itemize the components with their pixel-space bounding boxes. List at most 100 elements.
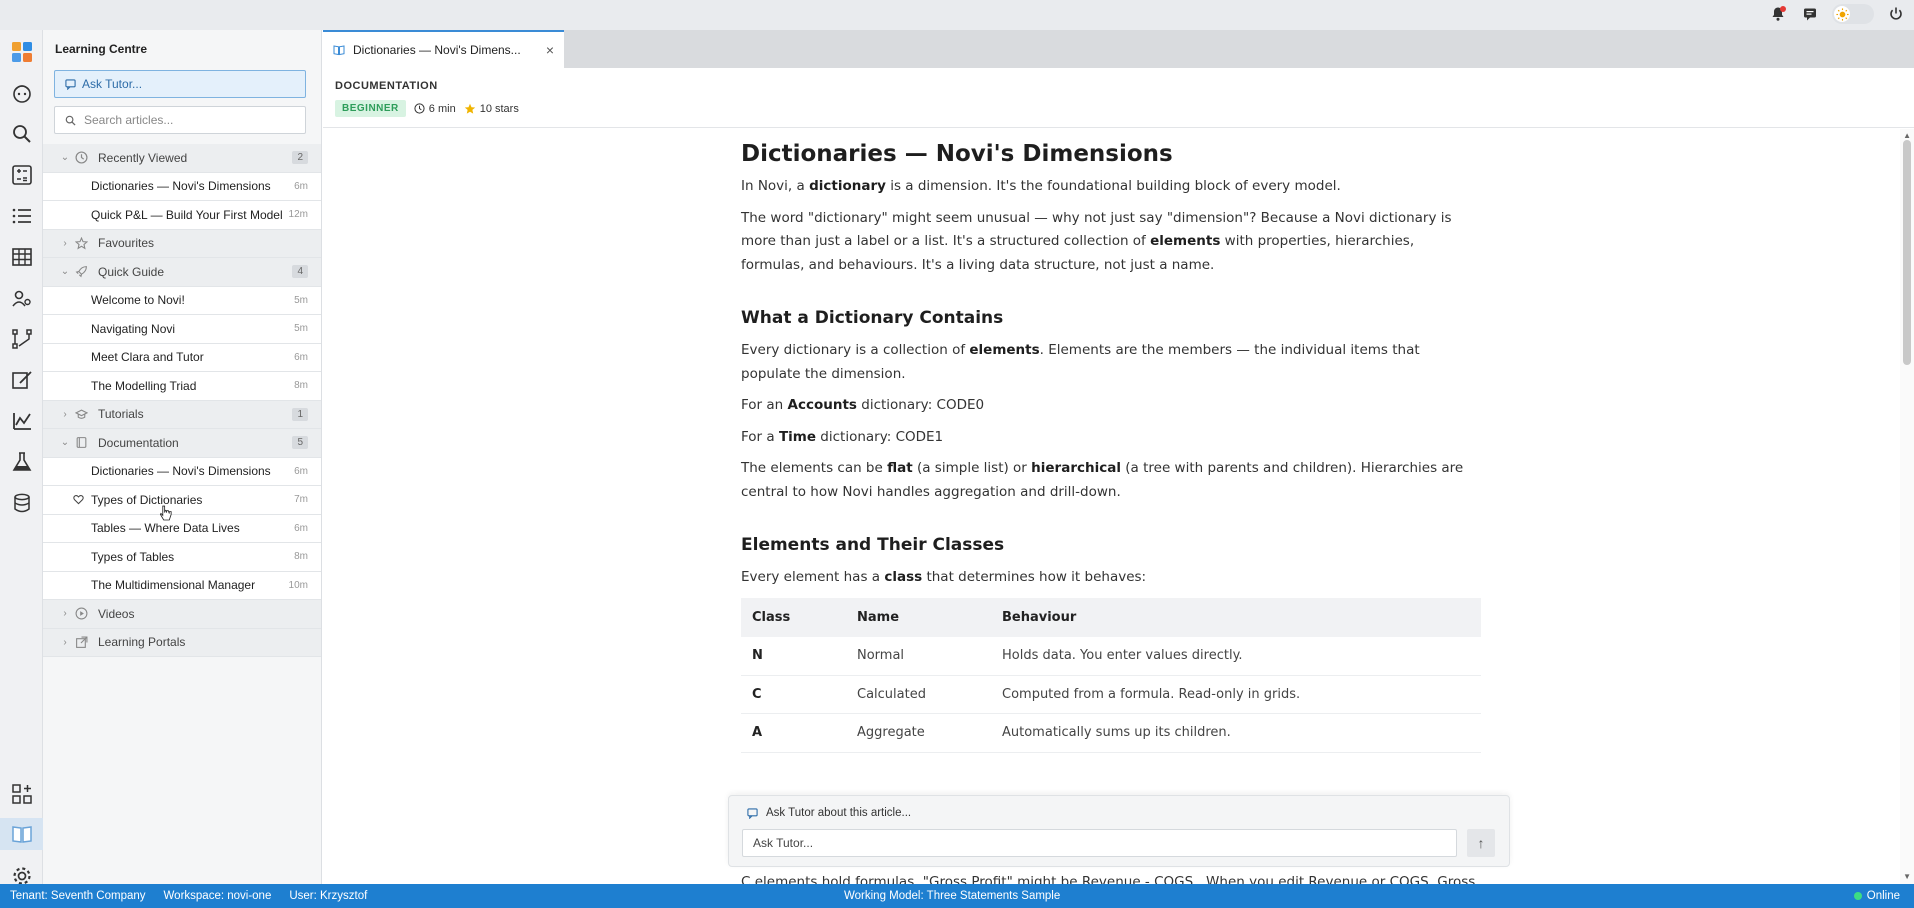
table-cell: Aggregate: [846, 713, 991, 753]
item-label: Welcome to Novi!: [91, 293, 185, 308]
item-label: Meet Clara and Tutor: [91, 350, 204, 365]
list-item[interactable]: The Multidimensional Manager 10m: [43, 571, 321, 600]
play-circle-icon: [75, 607, 91, 620]
chevron-right-icon: ›: [63, 608, 67, 620]
tab-dictionaries[interactable]: Dictionaries — Novi's Dimens... ×: [323, 30, 564, 68]
online-dot-icon: [1853, 892, 1862, 900]
widgets-icon[interactable]: [6, 778, 38, 810]
stars-text: 10 stars: [479, 102, 519, 115]
table-header-row: Class Name Behaviour: [741, 597, 1481, 637]
database-icon[interactable]: [6, 487, 38, 519]
list-item[interactable]: Dictionaries — Novi's Dimensions 6m: [43, 457, 321, 486]
column-header: Behaviour: [991, 597, 1481, 637]
doc-meta: BEGINNER 6 min 10 stars: [335, 100, 519, 117]
search-placeholder: Search articles...: [84, 113, 174, 127]
chevron-down-icon: ⌄: [60, 437, 70, 449]
left-rail: [0, 30, 43, 885]
chevron-right-icon: ›: [63, 237, 67, 249]
close-icon[interactable]: ×: [546, 42, 554, 58]
section-videos[interactable]: › Videos: [43, 600, 321, 629]
status-bar: Tenant: Seventh Company Workspace: novi-…: [0, 884, 1914, 908]
apps-logo-icon[interactable]: [6, 36, 38, 68]
send-arrow-up-icon[interactable]: ↑: [1467, 829, 1495, 857]
paragraph: In Novi, a dictionary is a dimension. It…: [741, 178, 1341, 194]
tab-strip: Dictionaries — Novi's Dimens... ×: [323, 30, 1914, 68]
list-item[interactable]: Dictionaries — Novi's Dimensions 6m: [43, 172, 321, 201]
chat-icon: [65, 78, 76, 90]
paragraph: For an Accounts dictionary: CODE0: [741, 397, 985, 413]
tab-label: Dictionaries — Novi's Dimens...: [353, 43, 521, 57]
count-badge: 5: [292, 436, 308, 450]
paragraph: Every element has a class that determine…: [741, 569, 1147, 585]
table-cell: Normal: [846, 637, 991, 676]
ask-tutor-panel: Ask Tutor about this article... Ask Tuto…: [728, 795, 1510, 867]
table-cell: Automatically sums up its children.: [991, 713, 1481, 753]
flask-icon[interactable]: [6, 446, 38, 478]
ask-tutor-button[interactable]: Ask Tutor...: [54, 70, 306, 98]
scroll-down-arrow-icon[interactable]: ▼: [1903, 872, 1911, 881]
item-time: 6m: [294, 180, 308, 192]
section-learning-portals[interactable]: › Learning Portals: [43, 628, 321, 657]
paragraph: Every dictionary is a collection of elem…: [741, 342, 1420, 382]
scrollbar-thumb[interactable]: [1903, 140, 1911, 365]
tutor-question-input[interactable]: Ask Tutor...: [742, 829, 1457, 857]
chevron-down-icon: ⌄: [60, 152, 70, 164]
user-settings-icon[interactable]: [6, 282, 38, 314]
calculator-icon[interactable]: [6, 159, 38, 191]
table-icon[interactable]: [6, 241, 38, 273]
workflow-icon[interactable]: [6, 323, 38, 355]
list-item[interactable]: Welcome to Novi! 5m: [43, 286, 321, 315]
assistant-face-icon[interactable]: [6, 77, 38, 109]
online-status: Online: [1853, 890, 1900, 902]
list-item[interactable]: Tables — Where Data Lives 6m: [43, 514, 321, 543]
section-favourites[interactable]: › Favourites: [43, 229, 321, 258]
book-open-icon: [333, 45, 345, 56]
section-label: Tutorials: [98, 407, 144, 422]
messages-icon[interactable]: [1800, 4, 1820, 24]
chevron-down-icon: ⌄: [60, 266, 70, 278]
list-item[interactable]: Navigating Novi 5m: [43, 315, 321, 344]
article-title: Dictionaries — Novi's Dimensions: [741, 141, 1173, 167]
analytics-icon[interactable]: [6, 405, 38, 437]
table-cell: A: [741, 713, 846, 753]
table-row: A Aggregate Automatically sums up its ch…: [741, 713, 1481, 753]
sidebar-title: Learning Centre: [55, 42, 148, 56]
list-item[interactable]: Types of Dictionaries 7m: [43, 486, 321, 515]
item-time: 12m: [288, 209, 308, 221]
article-viewport[interactable]: Dictionaries — Novi's Dimensions In Novi…: [323, 129, 1914, 884]
list-icon[interactable]: [6, 200, 38, 232]
section-recently-viewed[interactable]: ⌄ Recently Viewed 2: [43, 144, 321, 173]
paragraph: The elements can be flat (a simple list)…: [741, 460, 1464, 500]
power-icon[interactable]: [1886, 4, 1906, 24]
search-icon[interactable]: [6, 118, 38, 150]
list-item[interactable]: The Modelling Triad 8m: [43, 372, 321, 401]
ask-tutor-label: Ask Tutor...: [82, 77, 143, 91]
list-item[interactable]: Meet Clara and Tutor 6m: [43, 343, 321, 372]
list-item[interactable]: Quick P&L — Build Your First Model 12m: [43, 201, 321, 230]
document-header: DOCUMENTATION BEGINNER 6 min 10 stars: [323, 68, 1914, 128]
section-documentation[interactable]: ⌄ Documentation 5: [43, 429, 321, 458]
heart-icon[interactable]: [73, 494, 91, 505]
working-model-status[interactable]: Working Model: Three Statements Sample: [844, 890, 1060, 902]
item-label: Dictionaries — Novi's Dimensions: [91, 179, 271, 194]
classes-table: Class Name Behaviour N Normal Holds data…: [741, 597, 1481, 753]
notifications-bell-icon[interactable]: [1768, 4, 1788, 24]
item-time: 8m: [294, 380, 308, 392]
section-quick-guide[interactable]: ⌄ Quick Guide 4: [43, 258, 321, 287]
chat-icon: [747, 807, 758, 819]
item-time: 10m: [288, 579, 308, 591]
item-time: 6m: [294, 351, 308, 363]
item-label: The Modelling Triad: [91, 378, 197, 393]
section-tutorials[interactable]: › Tutorials 1: [43, 400, 321, 429]
learning-book-icon[interactable]: [0, 818, 43, 850]
search-articles-input[interactable]: Search articles...: [54, 106, 306, 134]
table-cell: N: [741, 637, 846, 676]
star-icon: [75, 236, 91, 250]
edit-sheet-icon[interactable]: [6, 364, 38, 396]
learning-sidebar: Learning Centre Ask Tutor... Search arti…: [43, 30, 322, 884]
search-icon: [65, 115, 76, 126]
star-icon: [464, 103, 475, 114]
theme-toggle[interactable]: [1832, 4, 1874, 24]
scroll-up-arrow-icon[interactable]: ▲: [1903, 131, 1911, 140]
list-item[interactable]: Types of Tables 8m: [43, 543, 321, 572]
